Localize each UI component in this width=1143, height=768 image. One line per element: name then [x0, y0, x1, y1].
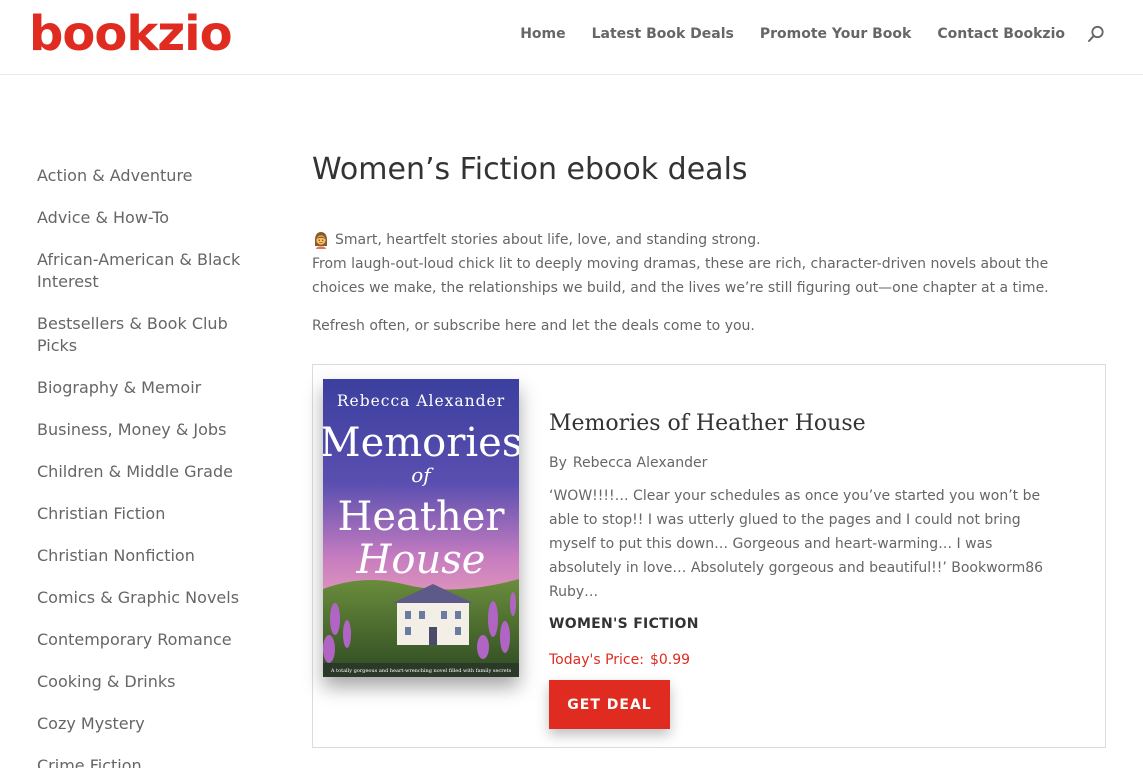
search-icon[interactable]: [1087, 25, 1105, 43]
refresh-subscribe-text: Refresh often, or subscribe here and let…: [312, 318, 755, 334]
main-nav: Home Latest Book Deals Promote Your Book…: [520, 0, 1143, 68]
deal-info: Memories of Heather House By Rebecca Alex…: [549, 407, 1089, 729]
nav-contact-bookzio[interactable]: Contact Bookzio: [937, 26, 1065, 42]
bookzio-logo[interactable]: bookzio: [29, 3, 233, 65]
intro-text: Smart, heartfelt stories about life, lov…: [312, 228, 1082, 300]
cover-author: Rebecca Alexander: [337, 392, 505, 410]
nav-home[interactable]: Home: [520, 26, 565, 42]
genre-label: WOMEN'S FICTION: [549, 616, 699, 632]
cover-title-line3: Heather: [337, 494, 505, 540]
cover-title-line1: Memories: [323, 420, 519, 466]
sidebar-item-business-money-jobs[interactable]: Business, Money & Jobs: [37, 419, 257, 441]
sidebar-item-christian-fiction[interactable]: Christian Fiction: [37, 503, 257, 525]
cover-title-line4: House: [356, 537, 486, 583]
page-title: Women’s Fiction ebook deals: [312, 152, 748, 187]
byline: By Rebecca Alexander: [549, 455, 1089, 471]
sidebar-item-biography-memoir[interactable]: Biography & Memoir: [37, 377, 257, 399]
sidebar-item-children-middle-grade[interactable]: Children & Middle Grade: [37, 461, 257, 483]
nav-promote-your-book[interactable]: Promote Your Book: [760, 26, 911, 42]
by-label: By: [549, 455, 567, 471]
book-blurb: ‘WOW!!!!… Clear your schedules as once y…: [549, 488, 1044, 600]
book-cover[interactable]: Rebecca Alexander Memories of Heather Ho…: [323, 379, 519, 677]
price-value: $0.99: [649, 652, 691, 668]
price-label: Today's Price:: [549, 652, 644, 668]
intro-lead: Smart, heartfelt stories about life, lov…: [312, 228, 1082, 252]
sidebar-item-christian-nonfiction[interactable]: Christian Nonfiction: [37, 545, 257, 567]
sidebar-item-contemporary-romance[interactable]: Contemporary Romance: [37, 629, 257, 651]
sidebar-item-comics-graphic-novels[interactable]: Comics & Graphic Novels: [37, 587, 257, 609]
site-header: bookzio Home Latest Book Deals Promote Y…: [0, 0, 1143, 75]
sidebar-item-cozy-mystery[interactable]: Cozy Mystery: [37, 713, 257, 735]
intro-lead-text: Smart, heartfelt stories about life, lov…: [335, 232, 761, 248]
woman-emoji-icon: [312, 231, 330, 249]
sidebar-item-bestsellers-book-club-picks[interactable]: Bestsellers & Book Club Picks: [37, 313, 257, 357]
sidebar-item-advice-how-to[interactable]: Advice & How-To: [37, 207, 257, 229]
price-line: Today's Price: $0.99: [549, 652, 1089, 668]
cover-tagline: A totally gorgeous and heart-wrenching n…: [330, 668, 512, 674]
book-author: Rebecca Alexander: [572, 455, 708, 471]
deal-card: Rebecca Alexander Memories of Heather Ho…: [312, 364, 1106, 748]
sidebar-item-african-american-black-interest[interactable]: African-American & Black Interest: [37, 249, 257, 293]
book-title[interactable]: Memories of Heather House: [549, 407, 1089, 441]
nav-latest-book-deals[interactable]: Latest Book Deals: [592, 26, 734, 42]
intro-body: From laugh-out-loud chick lit to deeply …: [312, 256, 1049, 296]
get-deal-button[interactable]: GET DEAL: [549, 680, 670, 729]
sidebar-item-cooking-drinks[interactable]: Cooking & Drinks: [37, 671, 257, 693]
sidebar-item-crime-fiction[interactable]: Crime Fiction: [37, 755, 257, 768]
main-content: Women’s Fiction ebook deals Smart, heart…: [312, 150, 1106, 748]
category-sidebar: Action & Adventure Advice & How-To Afric…: [37, 165, 257, 768]
sidebar-item-action-adventure[interactable]: Action & Adventure: [37, 165, 257, 187]
